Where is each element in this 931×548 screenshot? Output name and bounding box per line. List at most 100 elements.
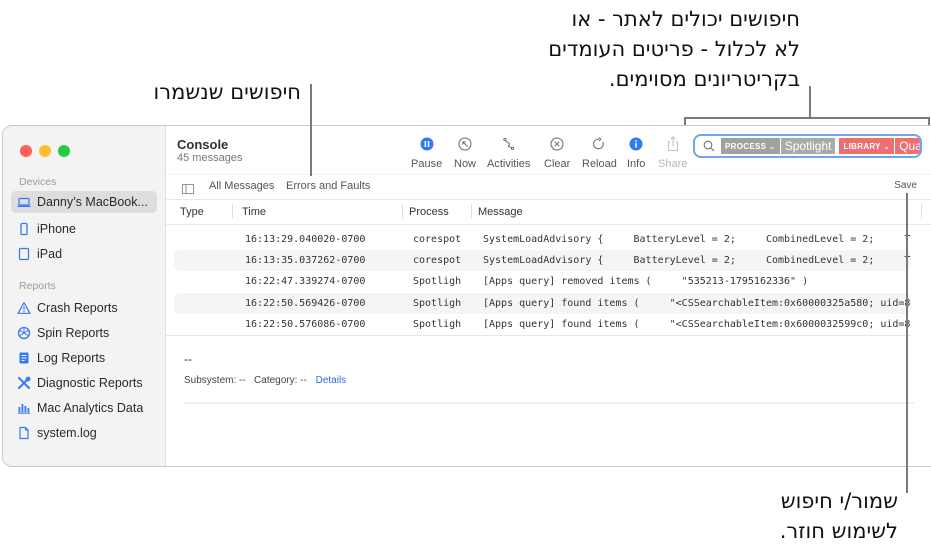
pause-button[interactable]: Pause [411, 135, 442, 170]
share-button[interactable]: Share [658, 135, 687, 170]
sidebar-item-iphone[interactable]: iPhone [11, 218, 157, 240]
info-button[interactable]: Info [627, 135, 645, 170]
pause-label: Pause [411, 158, 443, 170]
log-time: 16:13:29.040020-0700 [245, 234, 366, 245]
detail-subsystem: Subsystem: -- [184, 375, 246, 386]
log-row[interactable]: 16:13:35.037262-0700 corespot SystemLoad… [174, 250, 911, 271]
sidebar: Devices Danny’s MacBook... iPhone iPad R… [3, 126, 166, 466]
search-token-library-value[interactable]: Quar [895, 138, 920, 154]
callout-filter-line-1: חיפושים יכולים לאתר - או [571, 7, 800, 31]
now-arrow-icon [456, 135, 474, 153]
sidebar-item-label: Danny’s MacBook... [37, 195, 148, 209]
console-window: Devices Danny’s MacBook... iPhone iPad R… [2, 125, 931, 467]
log-message: [Apps query] found items ( "<CSSearchabl… [483, 298, 911, 309]
zoom-button[interactable] [58, 145, 70, 157]
callout-save-line-1: שמור/י חיפוש [780, 489, 898, 513]
log-message: [Apps query] removed items ( "535213-179… [483, 276, 809, 287]
pause-icon [418, 135, 436, 153]
sidebar-item-ipad[interactable]: iPad [11, 243, 157, 265]
log-process: Spotligh [413, 319, 462, 330]
sidebar-item-log-reports[interactable]: Log Reports [11, 347, 157, 369]
save-search-button[interactable]: Save [894, 180, 917, 191]
window-title: Console [177, 137, 229, 152]
sidebar-item-spin-reports[interactable]: Spin Reports [11, 322, 157, 344]
saved-search-errors-faults[interactable]: Errors and Faults [286, 180, 370, 192]
log-time: 16:22:50.569426-0700 [245, 298, 366, 309]
clear-button[interactable]: Clear [544, 135, 570, 170]
callout-save-leader [906, 193, 908, 493]
column-message[interactable]: Message [478, 206, 523, 218]
log-row[interactable]: 16:22:50.569426-0700 Spotligh [Apps quer… [174, 293, 911, 314]
reload-button[interactable]: Reload [582, 135, 617, 170]
activities-button[interactable]: Activities [487, 135, 530, 170]
sidebar-toggle-icon[interactable] [182, 181, 194, 199]
column-divider[interactable] [402, 204, 403, 219]
reload-icon [590, 135, 608, 153]
log-process: Spotligh [413, 276, 462, 287]
detail-category: Category: -- [254, 375, 307, 386]
now-label: Now [454, 158, 477, 170]
log-message: SystemLoadAdvisory { BatteryLevel = 2; C… [483, 234, 911, 245]
window-controls [20, 145, 70, 157]
chart-icon [17, 401, 31, 415]
log-process: corespot [413, 255, 462, 266]
details-link[interactable]: Details [316, 375, 347, 386]
search-field[interactable]: PROCESS ⌄ Spotlight LIBRARY ⌄ Quar [693, 134, 922, 158]
sidebar-item-label: iPhone [37, 222, 76, 236]
log-icon [17, 351, 31, 365]
close-button[interactable] [20, 145, 32, 157]
column-time[interactable]: Time [242, 206, 266, 218]
share-label: Share [658, 158, 688, 170]
reports-heading: Reports [19, 280, 56, 292]
clear-label: Clear [544, 158, 571, 170]
column-process[interactable]: Process [409, 206, 449, 218]
callout-saved-leader [310, 84, 312, 176]
detail-title: -- [184, 352, 192, 366]
now-button[interactable]: Now [454, 135, 476, 170]
log-row[interactable]: 16:22:47.339274-0700 Spotligh [Apps quer… [174, 271, 911, 292]
column-divider[interactable] [232, 204, 233, 219]
reload-label: Reload [582, 158, 617, 170]
laptop-icon [17, 195, 31, 209]
saved-search-all-messages[interactable]: All Messages [209, 180, 274, 192]
file-icon [17, 426, 31, 440]
callout-save-text: שמור/י חיפוש לשימוש חוזר. [780, 486, 898, 546]
split-divider[interactable] [166, 335, 911, 336]
log-time: 16:13:35.037262-0700 [245, 255, 366, 266]
main-pane: Console 45 messages Pause Now Activities [166, 126, 931, 466]
sidebar-item-diagnostic-reports[interactable]: Diagnostic Reports [11, 372, 157, 394]
log-process: Spotligh [413, 298, 462, 309]
log-row[interactable]: 16:22:50.576086-0700 Spotligh [Apps quer… [174, 314, 911, 335]
callout-filter-text: חיפושים יכולים לאתר - או לא לכלול - פריט… [548, 4, 800, 94]
sidebar-item-crash-reports[interactable]: Crash Reports [11, 297, 157, 319]
warning-icon [17, 301, 31, 315]
devices-heading: Devices [19, 176, 57, 188]
log-table-header: Type Time Process Message [166, 199, 931, 225]
sidebar-item-label: Crash Reports [37, 301, 118, 315]
search-token-process-value[interactable]: Spotlight [780, 138, 836, 154]
log-process: corespot [413, 234, 462, 245]
detail-metadata: Subsystem: -- Category: -- Details [184, 375, 346, 386]
log-row[interactable]: 16:13:29.040020-0700 corespot SystemLoad… [174, 229, 911, 250]
iphone-icon [17, 222, 31, 236]
search-token-process-type[interactable]: PROCESS ⌄ [721, 138, 780, 154]
search-token-library-type[interactable]: LIBRARY ⌄ [839, 138, 895, 154]
message-count: 45 messages [177, 152, 243, 164]
filter-bar: All Messages Errors and Faults Save [166, 174, 931, 197]
sidebar-item-macbook[interactable]: Danny’s MacBook... [11, 191, 157, 213]
log-time: 16:22:47.339274-0700 [245, 276, 366, 287]
column-divider[interactable] [921, 204, 922, 219]
activities-icon [500, 135, 518, 153]
info-icon [627, 135, 645, 153]
detail-divider [184, 402, 914, 404]
log-message: [Apps query] found items ( "<CSSearchabl… [483, 319, 911, 330]
minimize-button[interactable] [39, 145, 51, 157]
sidebar-item-label: Log Reports [37, 351, 106, 365]
info-label: Info [627, 158, 646, 170]
column-type[interactable]: Type [180, 206, 204, 218]
sidebar-item-mac-analytics[interactable]: Mac Analytics Data [11, 397, 157, 419]
sidebar-item-system-log[interactable]: system.log [11, 422, 157, 444]
sidebar-item-label: system.log [37, 426, 97, 440]
spin-icon [17, 326, 31, 340]
column-divider[interactable] [471, 204, 472, 219]
